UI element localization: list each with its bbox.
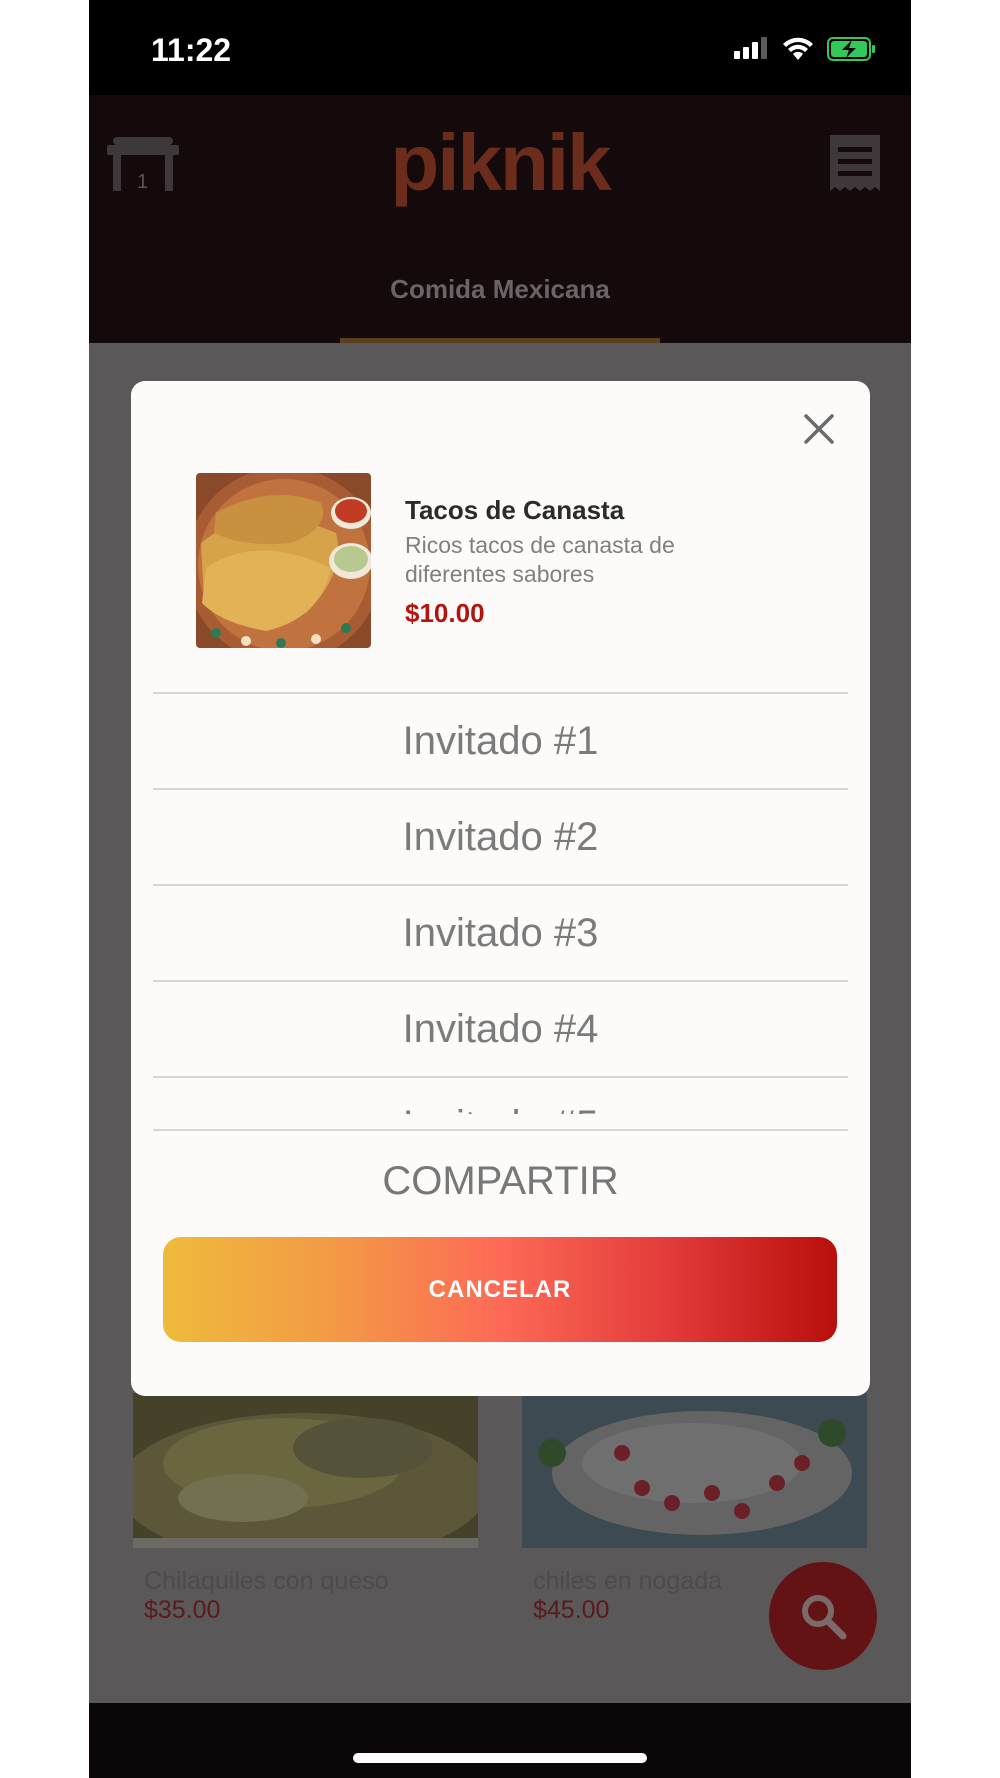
dish-title: Tacos de Canasta [405, 495, 625, 525]
dish-price: $10.00 [405, 598, 485, 628]
dish-description: Ricos tacos de canasta de diferentes sab… [405, 532, 675, 587]
status-time: 11:22 [151, 32, 232, 68]
chilaquiles-image [118, 1393, 488, 1563]
home-indicator-area [89, 1703, 911, 1778]
tacos-image [196, 473, 371, 648]
search-icon [802, 1595, 847, 1640]
share-button[interactable]: COMPARTIR [131, 1159, 870, 1204]
home-indicator[interactable] [353, 1753, 647, 1763]
cancel-button[interactable]: CANCELAR [163, 1237, 837, 1342]
guest-option-2[interactable]: Invitado #2 [153, 790, 848, 886]
guest-option-1[interactable]: Invitado #1 [153, 694, 848, 790]
tab-label: Comida Mexicana [390, 274, 610, 304]
dish-image [196, 473, 371, 648]
wifi-icon [783, 37, 813, 60]
battery-charging-icon [827, 37, 875, 61]
receipt-icon[interactable] [830, 135, 880, 193]
chiles-en-nogada-image [522, 1393, 867, 1548]
guest-list[interactable]: Invitado #1 Invitado #2 Invitado #3 Invi… [153, 692, 848, 1114]
list-divider [153, 1129, 848, 1131]
guest-option-3[interactable]: Invitado #3 [153, 886, 848, 982]
menu-card-name: Chilaquiles con queso [144, 1567, 389, 1595]
app-header: 1 piknik Comida Mexicana [89, 95, 911, 343]
menu-card-price: $35.00 [144, 1596, 221, 1624]
menu-card-chilaquiles[interactable]: Chilaquiles con queso $35.00 [118, 1393, 488, 1625]
guest-option-4[interactable]: Invitado #4 [153, 982, 848, 1078]
cellular-signal-icon [734, 37, 767, 59]
search-button[interactable] [769, 1562, 877, 1670]
guest-option-5[interactable]: Invitado #5 [153, 1078, 848, 1114]
cancel-button-label: CANCELAR [428, 1276, 572, 1303]
status-bar: 11:22 [89, 0, 911, 95]
share-dish-modal: Tacos de Canasta Ricos tacos de canasta … [131, 381, 870, 1396]
tab-comida-mexicana[interactable]: Comida Mexicana [340, 255, 660, 343]
close-icon[interactable] [801, 411, 837, 447]
app-logo: piknik [390, 118, 611, 207]
